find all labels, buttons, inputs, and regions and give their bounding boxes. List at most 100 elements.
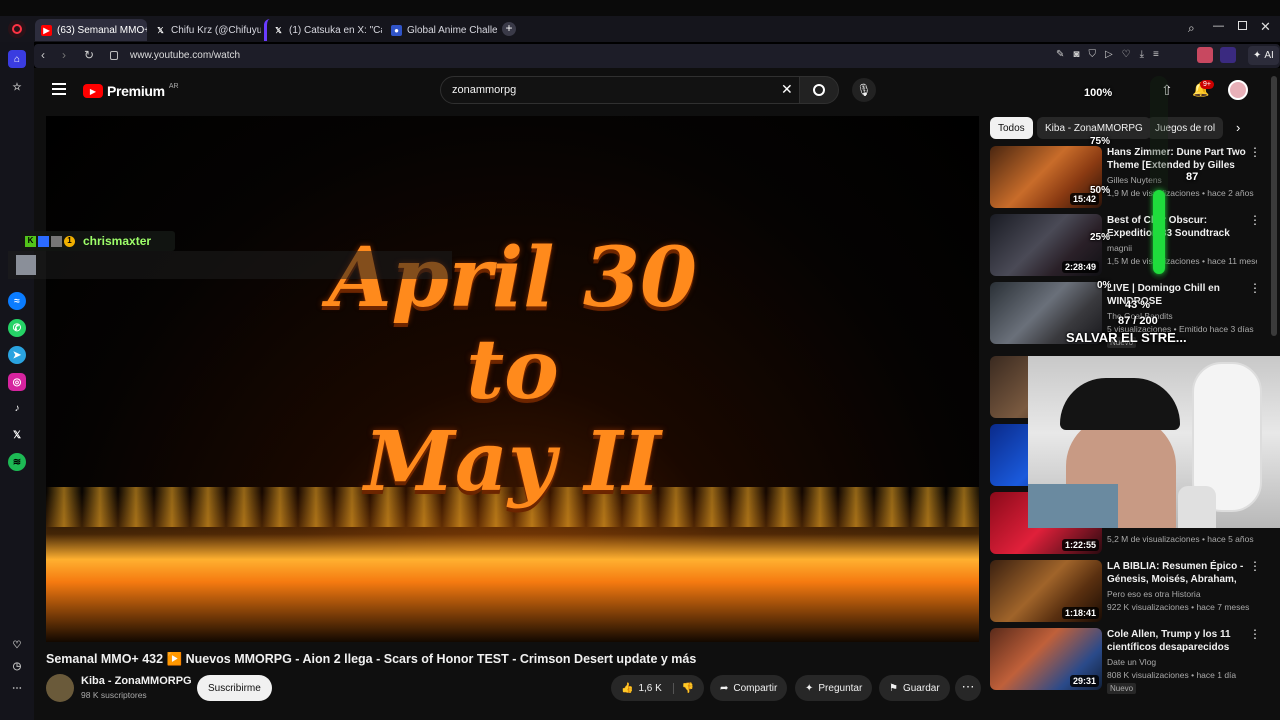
- related-meta: 1,5 M de visualizaciones • hace 11 meses: [1107, 256, 1257, 266]
- ai-label: AI: [1264, 50, 1274, 61]
- minimize-icon[interactable]: —: [1213, 20, 1224, 32]
- opera-logo-icon[interactable]: [8, 20, 26, 38]
- channel-avatar[interactable]: [46, 674, 74, 702]
- related-channel[interactable]: Date un Vlog: [1107, 657, 1257, 667]
- x-icon[interactable]: 𝕏: [8, 426, 26, 444]
- menu-icon[interactable]: ≡: [1153, 49, 1159, 60]
- new-tab-button[interactable]: +: [502, 22, 516, 36]
- tab-global-anime[interactable]: ● Global Anime Challenge: C…: [385, 19, 497, 41]
- badge-icon: 1: [64, 235, 75, 247]
- kick-icon: K: [25, 235, 36, 247]
- cap: [1060, 378, 1180, 430]
- share-button[interactable]: ➦ Compartir: [710, 675, 788, 701]
- related-meta: 922 K visualizaciones • hace 7 meses: [1107, 602, 1250, 612]
- chat-message-row: [8, 251, 452, 279]
- related-title[interactable]: Cole Allen, Trump y los 11 científicos d…: [1107, 628, 1247, 654]
- video-player[interactable]: April 30 to May II: [46, 116, 979, 642]
- save-button[interactable]: ⚑ Guardar: [879, 675, 950, 701]
- kebab-icon[interactable]: ⋮: [1249, 214, 1261, 226]
- kebab-icon[interactable]: ⋮: [1249, 282, 1261, 294]
- spotify-icon[interactable]: ≋: [8, 453, 26, 471]
- reload-icon[interactable]: ↻: [84, 48, 94, 62]
- download-icon[interactable]: ⤓: [1140, 49, 1144, 60]
- subscribe-button[interactable]: Suscribirme: [197, 675, 272, 701]
- tab-semanal[interactable]: ▶ (63) Semanal MMO+ 432: [35, 19, 147, 41]
- maximize-icon[interactable]: [1238, 21, 1247, 30]
- related-meta: 1,9 M de visualizaciones • hace 2 años: [1107, 188, 1254, 198]
- play-icon[interactable]: ▷: [1105, 49, 1113, 60]
- forward-icon[interactable]: ›: [62, 48, 66, 62]
- ai-button[interactable]: ✦ AI: [1248, 46, 1279, 65]
- edit-icon[interactable]: ✎: [1056, 49, 1064, 60]
- youtube-logo[interactable]: ▶ Premium AR: [83, 83, 179, 99]
- avatar[interactable]: [1228, 80, 1248, 100]
- tab-title: (1) Catsuka en X: "Can't w…: [289, 24, 382, 36]
- tab-title: Chifu Krz (@ChifuyuMats…: [171, 24, 261, 36]
- related-thumb[interactable]: 2:28:49: [990, 214, 1102, 276]
- shield-icon[interactable]: ⛉: [1088, 49, 1096, 60]
- chevron-right-icon[interactable]: ›: [1236, 120, 1240, 135]
- webcam-overlay: [1028, 356, 1280, 528]
- video-line3: May II: [364, 414, 661, 510]
- share-label: Compartir: [733, 682, 778, 694]
- globe-icon: ●: [391, 24, 402, 36]
- meter-label-100: 100%: [1084, 87, 1113, 99]
- related-title[interactable]: Hans Zimmer: Dune Part Two Theme [Extend…: [1107, 146, 1247, 172]
- tab-catsuka[interactable]: 𝕏 (1) Catsuka en X: "Can't w…: [264, 19, 382, 41]
- ask-label: Preguntar: [818, 682, 863, 694]
- close-window-icon[interactable]: ✕: [1260, 19, 1271, 35]
- goal-count: 87 / 200: [1118, 315, 1158, 327]
- messenger-icon[interactable]: ≈: [8, 292, 26, 310]
- subscriber-count: 98 K suscriptores: [81, 690, 147, 700]
- camera-icon[interactable]: ◙: [1073, 49, 1079, 60]
- related-channel[interactable]: magnii: [1107, 243, 1257, 253]
- clear-search-icon[interactable]: ✕: [781, 81, 793, 98]
- home-icon[interactable]: ⌂: [8, 50, 26, 68]
- more-icon[interactable]: ⋯: [8, 679, 26, 697]
- heart-icon[interactable]: ♡: [1122, 49, 1131, 60]
- related-title[interactable]: Best of Clair Obscur: Expedition 33 Soun…: [1107, 214, 1247, 240]
- whatsapp-icon[interactable]: ✆: [8, 319, 26, 337]
- related-thumb[interactable]: 1:18:41: [990, 560, 1102, 622]
- chip-todos[interactable]: Todos: [990, 117, 1033, 139]
- youtube-play-icon: ▶: [83, 84, 103, 98]
- thumbs-down-icon[interactable]: 👎: [672, 682, 694, 694]
- history-icon[interactable]: ◷: [8, 657, 26, 675]
- kebab-icon[interactable]: ⋮: [1249, 628, 1261, 640]
- tab-chifu[interactable]: 𝕏 Chifu Krz (@ChifuyuMats…: [149, 19, 261, 41]
- profile-icon[interactable]: [1197, 47, 1213, 63]
- instagram-icon[interactable]: ◎: [8, 373, 26, 391]
- channel-name[interactable]: Kiba - ZonaMMORPG: [81, 675, 192, 687]
- back-icon[interactable]: ‹: [41, 48, 45, 62]
- lock-icon[interactable]: [110, 51, 118, 60]
- more-actions-icon[interactable]: ⋯: [955, 675, 981, 701]
- ask-button[interactable]: ✦ Preguntar: [795, 675, 873, 701]
- meter-fill: [1153, 190, 1165, 274]
- related-channel[interactable]: Pero eso es otra Historia: [1107, 589, 1257, 599]
- tiktok-icon[interactable]: ♪: [8, 399, 26, 417]
- tab-search-icon[interactable]: ⌕: [1188, 21, 1195, 36]
- related-thumb[interactable]: 29:31: [990, 628, 1102, 690]
- related-title[interactable]: LA BIBLIA: Resumen Épico - Génesis, Mois…: [1107, 560, 1247, 586]
- heart-icon[interactable]: ♡: [8, 636, 26, 654]
- extension-icon[interactable]: [1220, 47, 1236, 63]
- telegram-icon[interactable]: ➤: [8, 346, 26, 364]
- search-input[interactable]: zonammorpg ✕: [440, 76, 800, 104]
- goal-label: SALVAR EL STRE...: [1066, 330, 1187, 345]
- kebab-icon[interactable]: ⋮: [1249, 560, 1261, 572]
- opera-sidebar: ⌂ ☆ ≈ ✆ ➤ ◎ ♪ 𝕏 ≋ ♡ ◷ ⋯: [0, 42, 34, 720]
- search-button[interactable]: [799, 76, 839, 104]
- logo-text: Premium: [107, 83, 165, 99]
- related-channel[interactable]: Gilles Nuytens: [1107, 175, 1257, 185]
- like-button[interactable]: 👍 1,6 K 👎: [611, 675, 704, 701]
- meter-label-50: 50%: [1090, 185, 1111, 196]
- shirt: [1028, 484, 1118, 528]
- hamburger-icon[interactable]: [52, 83, 66, 95]
- kebab-icon[interactable]: ⋮: [1249, 146, 1261, 158]
- url-input[interactable]: www.youtube.com/watch: [130, 50, 240, 61]
- related-thumb[interactable]: 15:42: [990, 146, 1102, 208]
- star-icon[interactable]: ☆: [8, 78, 26, 96]
- mic-icon[interactable]: 🎙: [852, 78, 876, 102]
- scrollbar[interactable]: [1271, 76, 1277, 336]
- meter-value: 87: [1186, 171, 1199, 183]
